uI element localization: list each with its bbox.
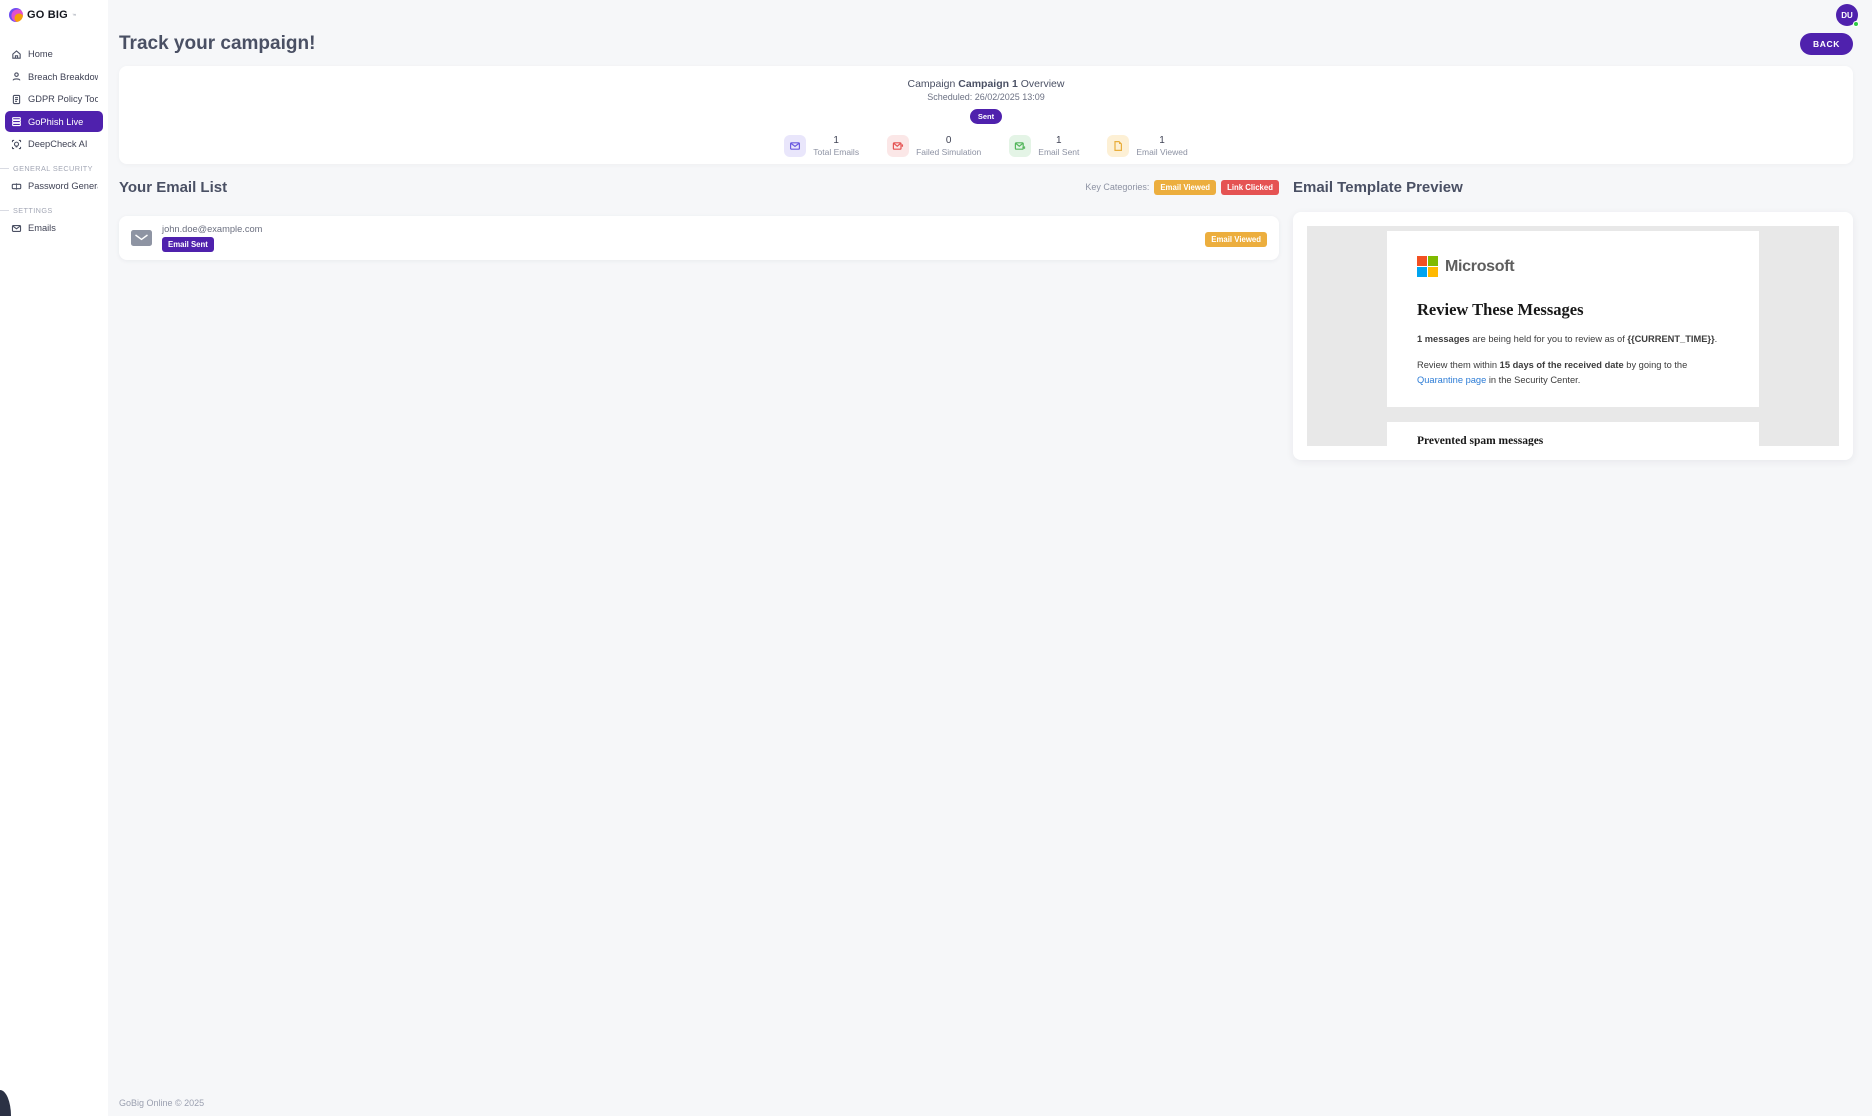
microsoft-logo: Microsoft <box>1417 256 1729 277</box>
stat-label: Email Sent <box>1038 147 1080 157</box>
stat-failed-simulation: 0 Failed Simulation <box>887 135 981 157</box>
email-paragraph-2: Review them within 15 days of the receiv… <box>1417 360 1688 385</box>
sidebar-item-gdpr-policy-toolkit[interactable]: GDPR Policy Toolkit <box>5 89 103 110</box>
home-icon <box>10 48 22 60</box>
sidebar-section-settings: SETTINGS <box>5 206 103 215</box>
sidebar-item-emails[interactable]: Emails <box>5 218 103 239</box>
stat-label: Total Emails <box>813 147 860 157</box>
content-columns: Your Email List Key Categories: Email Vi… <box>119 174 1853 460</box>
campaign-title: Campaign Campaign 1 Overview <box>907 78 1065 90</box>
stat-email-sent: 1 Email Sent <box>1009 135 1079 157</box>
footer-copyright: GoBig Online © 2025 <box>119 1098 205 1108</box>
email-preview-body: Microsoft Review These Messages 1 messag… <box>1387 231 1759 408</box>
gdpr-toolkit-icon <box>10 93 22 105</box>
email-list-section: Your Email List Key Categories: Email Vi… <box>119 174 1279 260</box>
brand-trademark: ™ <box>71 12 77 18</box>
online-status-dot <box>1853 21 1859 27</box>
stat-value: 1 <box>833 135 839 146</box>
spam-section-heading: Prevented spam messages <box>1417 435 1544 446</box>
email-list-title: Your Email List <box>119 178 228 196</box>
template-preview-header: Email Template Preview <box>1293 174 1853 200</box>
email-list-header: Your Email List Key Categories: Email Vi… <box>119 174 1279 200</box>
emails-icon <box>10 222 22 234</box>
email-paragraph-1: 1 messages are being held for you to rev… <box>1417 334 1718 344</box>
email-category-badge: Email Viewed <box>1205 232 1267 247</box>
sidebar-item-password-generator[interactable]: Password Generator <box>5 176 103 197</box>
sidebar-section-general-security: GENERAL SECURITY <box>5 164 103 173</box>
microsoft-squares-icon <box>1417 256 1438 277</box>
breach-breakdown-icon <box>10 71 22 83</box>
email-meta: john.doe@example.com Email Sent <box>162 224 262 252</box>
sidebar-item-deepcheck-ai[interactable]: DeepCheck AI <box>5 134 103 155</box>
template-preview-card: Microsoft Review These Messages 1 messag… <box>1293 212 1853 460</box>
row-right: Email Viewed <box>1205 229 1267 247</box>
main-content: DU Track your campaign! BACK Campaign Ca… <box>108 0 1872 1116</box>
sidebar-item-home[interactable]: Home <box>5 44 103 65</box>
sidebar: GO BIG ™ Home Breach Breakdown GDPR Poli… <box>0 0 108 1116</box>
sidebar-nav: Home Breach Breakdown GDPR Policy Toolki… <box>0 32 108 239</box>
legend-badge-link-clicked: Link Clicked <box>1221 179 1279 195</box>
email-preview-spam-section: Prevented spam messages Sender: linkedin… <box>1387 422 1759 446</box>
stat-value: 1 <box>1056 135 1062 146</box>
email-sent-envelope-icon <box>1009 135 1032 157</box>
email-viewed-file-icon <box>1107 135 1130 157</box>
campaign-schedule: Scheduled: 26/02/2025 13:09 <box>927 92 1045 102</box>
campaign-status-badge: Sent <box>969 109 1003 124</box>
brand-name: GO BIG <box>27 9 68 21</box>
stat-label: Email Viewed <box>1136 147 1188 157</box>
campaign-overview-card: Campaign Campaign 1 Overview Scheduled: … <box>119 66 1853 164</box>
brand-logo[interactable]: GO BIG ™ <box>0 0 108 32</box>
sidebar-item-breach-breakdown[interactable]: Breach Breakdown <box>5 66 103 87</box>
email-status-badge: Email Sent <box>162 237 214 252</box>
email-preview-canvas: Microsoft Review These Messages 1 messag… <box>1307 226 1839 446</box>
quarantine-page-link[interactable]: Quarantine page <box>1417 375 1486 385</box>
email-heading: Review These Messages <box>1417 300 1584 319</box>
page-title: Track your campaign! <box>119 33 316 54</box>
template-preview-section: Email Template Preview Microsoft Review … <box>1293 174 1853 460</box>
password-generator-icon <box>10 180 22 192</box>
brand-logo-icon <box>9 8 23 22</box>
page-header: Track your campaign! BACK <box>119 0 1853 55</box>
stat-value: 0 <box>945 135 952 146</box>
gophish-live-icon <box>10 116 22 128</box>
stat-email-viewed: 1 Email Viewed <box>1107 135 1188 157</box>
avatar-initials: DU <box>1841 10 1853 20</box>
sidebar-item-gophish-live[interactable]: GoPhish Live <box>5 111 103 132</box>
stat-value: 1 <box>1159 135 1165 146</box>
email-list-row[interactable]: john.doe@example.com Email Sent Email Vi… <box>119 216 1279 260</box>
deepcheck-ai-icon <box>10 138 22 150</box>
envelope-icon <box>131 230 152 246</box>
campaign-stats: 1 Total Emails 0 Failed Simulation 1 Ema… <box>119 135 1853 157</box>
microsoft-wordmark: Microsoft <box>1445 257 1515 275</box>
failed-simulation-envelope-icon <box>887 135 910 157</box>
campaign-name: Campaign 1 <box>958 78 1018 90</box>
template-preview-title: Email Template Preview <box>1293 178 1463 196</box>
stat-label: Failed Simulation <box>916 147 982 157</box>
total-emails-envelope-icon <box>784 135 807 157</box>
stat-total-emails: 1 Total Emails <box>784 135 859 157</box>
user-avatar[interactable]: DU <box>1836 4 1859 27</box>
key-categories-legend: Key Categories: Email Viewed Link Clicke… <box>1085 179 1279 195</box>
key-categories-label: Key Categories: <box>1085 182 1150 192</box>
back-button[interactable]: BACK <box>1800 33 1853 55</box>
recipient-email: john.doe@example.com <box>162 224 263 234</box>
legend-badge-email-viewed: Email Viewed <box>1154 179 1217 195</box>
